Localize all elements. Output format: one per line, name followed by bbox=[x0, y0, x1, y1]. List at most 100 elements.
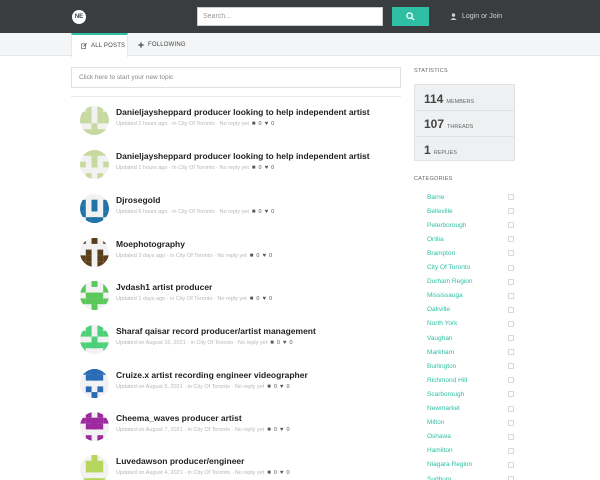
category-item[interactable]: Brampton bbox=[421, 246, 514, 260]
topic-meta-text: Updated 1 hours ago · in City Of Toronto… bbox=[116, 165, 249, 171]
comment-icon: ■ bbox=[267, 427, 271, 433]
heart-icon: ♥ bbox=[264, 121, 269, 127]
topic-title[interactable]: Luvedawson producer/engineer bbox=[116, 456, 244, 466]
avatar[interactable] bbox=[80, 455, 109, 480]
heart-icon: ♥ bbox=[279, 427, 284, 433]
list-item[interactable]: Danieljaysheppard producer looking to he… bbox=[71, 148, 401, 188]
view-count: 0 bbox=[258, 121, 262, 127]
avatar[interactable] bbox=[80, 281, 109, 310]
category-label: Oshawa bbox=[427, 433, 451, 441]
category-item[interactable]: Scarborough bbox=[421, 387, 514, 401]
tab-following[interactable]: Following bbox=[136, 33, 186, 56]
topic-title[interactable]: Moephotography bbox=[116, 239, 185, 249]
like-count: 0 bbox=[269, 296, 273, 302]
list-item[interactable]: Sharaf qaisar record producer/artist man… bbox=[71, 323, 401, 363]
category-item[interactable]: Orillia bbox=[421, 232, 514, 246]
heart-icon: ♥ bbox=[262, 296, 266, 302]
list-item[interactable]: Jvdash1 artist producer Updated 1 days a… bbox=[71, 279, 401, 319]
avatar-identicon bbox=[80, 369, 109, 398]
category-item[interactable]: Belleville bbox=[421, 204, 514, 218]
topic-title[interactable]: Djrosegold bbox=[116, 195, 160, 205]
new-topic-input[interactable]: Click here to start your new topic bbox=[71, 67, 401, 88]
category-icon bbox=[508, 292, 514, 299]
topic-title[interactable]: Jvdash1 artist producer bbox=[116, 282, 212, 292]
category-icon bbox=[508, 194, 514, 200]
category-item[interactable]: Newmarket bbox=[421, 402, 514, 416]
topic-title[interactable]: Danieljaysheppard producer looking to he… bbox=[116, 151, 370, 161]
category-item[interactable]: City Of Toronto bbox=[421, 261, 514, 275]
category-item[interactable]: Niagara Region bbox=[421, 458, 514, 472]
category-item[interactable]: Vaughan bbox=[421, 331, 514, 345]
stat-value: 1 bbox=[424, 143, 431, 157]
category-label: Barrie bbox=[427, 193, 445, 201]
category-item[interactable]: Oshawa bbox=[421, 430, 514, 444]
category-icon bbox=[508, 349, 514, 356]
divider bbox=[415, 136, 514, 137]
tab-label: Following bbox=[148, 41, 186, 48]
tab-all-posts[interactable]: All Posts bbox=[71, 33, 128, 57]
category-item[interactable]: Sudbury bbox=[421, 472, 514, 480]
like-count: 0 bbox=[271, 165, 275, 171]
topic-meta: Updated 1 hours ago · in City Of Toronto… bbox=[116, 165, 274, 171]
category-label: Durham Region bbox=[427, 278, 473, 286]
topic-meta-text: Updated 1 hours ago · in City Of Toronto… bbox=[116, 121, 249, 127]
category-item[interactable]: Peterborough bbox=[421, 218, 514, 232]
avatar[interactable] bbox=[80, 238, 109, 267]
category-label: Scarborough bbox=[427, 390, 465, 398]
topic-meta: Updated on August 7, 2021 · in City Of T… bbox=[116, 427, 290, 433]
heart-icon: ♥ bbox=[282, 340, 287, 346]
topic-title[interactable]: Sharaf qaisar record producer/artist man… bbox=[116, 326, 316, 336]
category-item[interactable]: Durham Region bbox=[421, 275, 514, 289]
view-count: 0 bbox=[258, 165, 262, 171]
tab-strip: All Posts Following bbox=[0, 33, 600, 57]
topic-meta: Updated 1 hours ago · in City Of Toronto… bbox=[116, 121, 274, 127]
search-input[interactable] bbox=[197, 7, 383, 26]
heart-icon: ♥ bbox=[264, 209, 269, 215]
category-label: Newmarket bbox=[427, 405, 460, 412]
topic-title[interactable]: Cheema_waves producer artist bbox=[116, 413, 242, 423]
category-item[interactable]: Oakville bbox=[421, 303, 514, 317]
comment-icon: ■ bbox=[267, 470, 271, 476]
topic-meta-text: Updated 6 hours ago · in City Of Toronto… bbox=[116, 209, 249, 215]
category-icon bbox=[508, 447, 514, 454]
category-item[interactable]: Milton bbox=[421, 416, 514, 430]
like-count: 0 bbox=[286, 384, 290, 390]
category-item[interactable]: Burlington bbox=[421, 359, 514, 373]
list-item[interactable]: Cruize.x artist recording engineer video… bbox=[71, 367, 401, 407]
category-item[interactable]: Richmond Hill bbox=[421, 373, 514, 387]
list-item[interactable]: Cheema_waves producer artist Updated on … bbox=[71, 410, 401, 450]
category-icon bbox=[508, 208, 514, 215]
category-icon bbox=[508, 264, 514, 271]
category-item[interactable]: Hamilton bbox=[421, 444, 514, 458]
avatar-identicon bbox=[80, 194, 109, 223]
list-item[interactable]: Moephotography Updated 3 days ago · in C… bbox=[71, 236, 401, 276]
category-label: Oakville bbox=[427, 306, 451, 314]
category-item[interactable]: Barrie bbox=[421, 190, 514, 204]
category-label: Markham bbox=[427, 348, 455, 356]
avatar[interactable] bbox=[80, 369, 109, 398]
list-item[interactable]: Luvedawson producer/engineer Updated on … bbox=[71, 453, 401, 480]
topic-title[interactable]: Danieljaysheppard producer looking to he… bbox=[116, 107, 370, 117]
avatar[interactable] bbox=[80, 412, 109, 441]
category-label: Belleville bbox=[427, 207, 453, 215]
search-button[interactable] bbox=[392, 7, 429, 26]
avatar[interactable] bbox=[80, 194, 109, 223]
comment-icon: ■ bbox=[267, 384, 271, 390]
category-item[interactable]: North York bbox=[421, 317, 514, 331]
login-link[interactable]: Login or Join bbox=[450, 9, 502, 23]
category-label: Mississauga bbox=[427, 292, 463, 300]
category-label: Milton bbox=[427, 419, 445, 427]
avatar[interactable] bbox=[80, 325, 109, 354]
avatar[interactable] bbox=[80, 106, 109, 135]
statistics-panel: 114 Members 107 Threads 1 Replies bbox=[414, 84, 515, 161]
category-item[interactable]: Markham bbox=[421, 345, 514, 359]
site-logo[interactable]: NE bbox=[72, 10, 86, 24]
category-icon bbox=[508, 363, 514, 370]
avatar[interactable] bbox=[80, 150, 109, 179]
list-item[interactable]: Djrosegold Updated 6 hours ago · in City… bbox=[71, 192, 401, 232]
category-item[interactable]: Mississauga bbox=[421, 289, 514, 303]
list-item[interactable]: Danieljaysheppard producer looking to he… bbox=[71, 104, 401, 144]
topic-meta: Updated 6 hours ago · in City Of Toronto… bbox=[116, 209, 274, 215]
topic-meta: Updated 1 days ago · in City Of Toronto … bbox=[116, 296, 272, 302]
topic-title[interactable]: Cruize.x artist recording engineer video… bbox=[116, 370, 308, 380]
